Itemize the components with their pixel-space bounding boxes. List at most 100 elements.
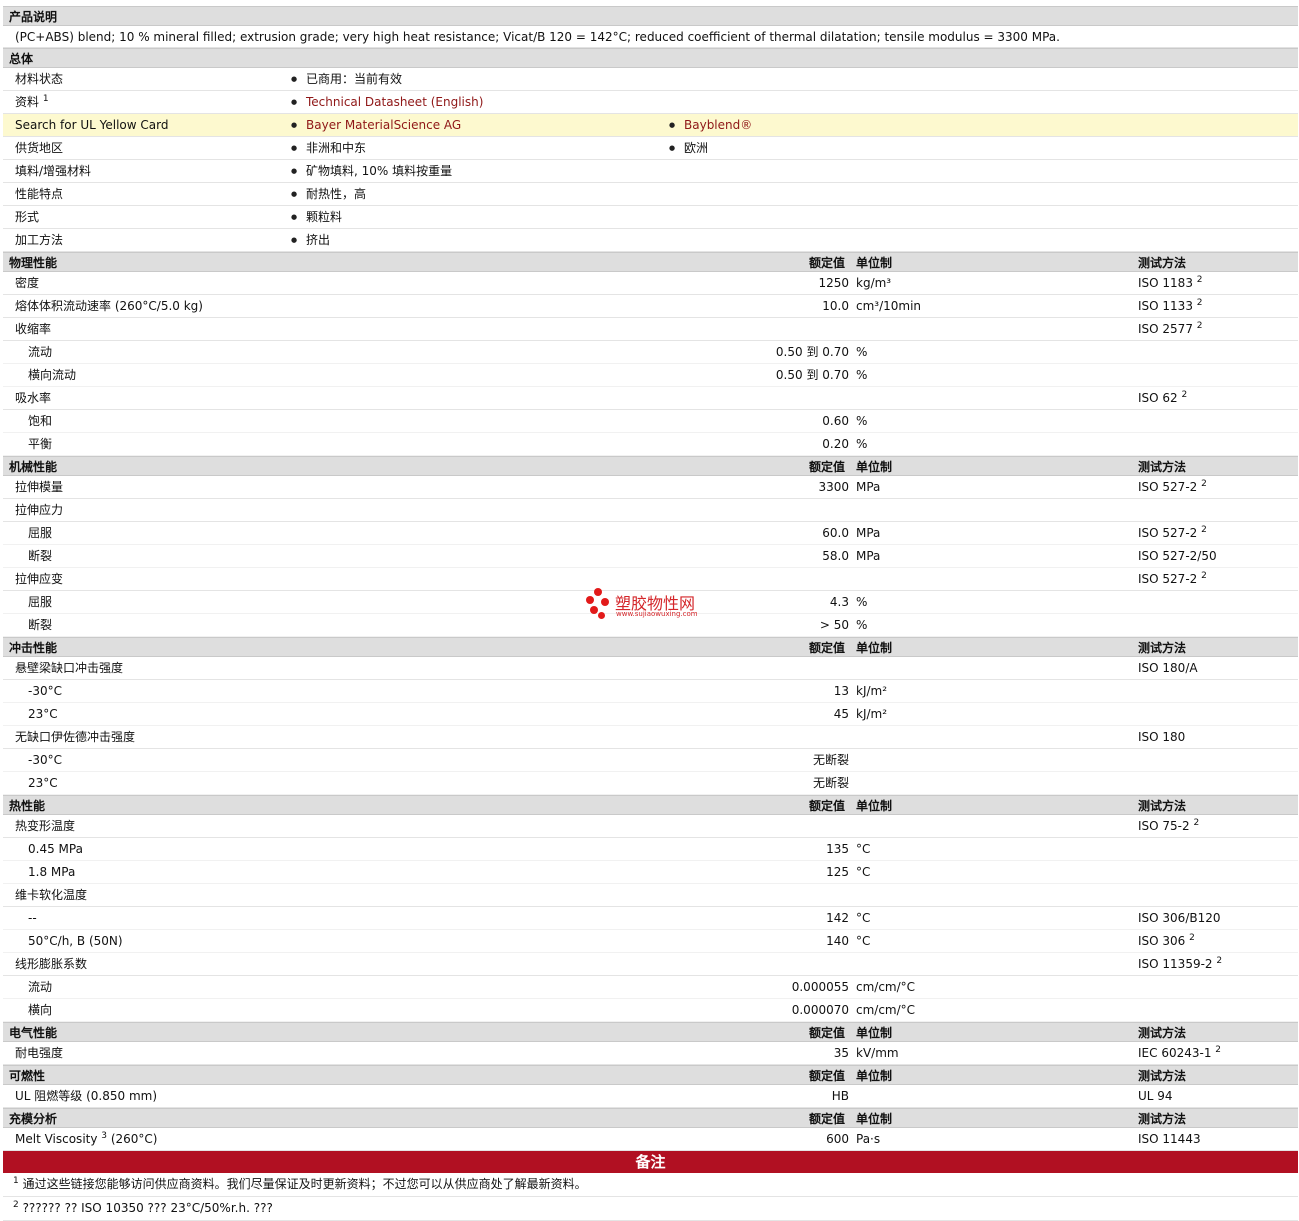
property-label-text: 断裂 bbox=[28, 549, 53, 563]
property-label-text: 拉伸应力 bbox=[15, 503, 64, 517]
property-unit: % bbox=[856, 437, 868, 451]
property-row: 1.8 MPa 125 °C bbox=[3, 861, 1298, 884]
property-value: 0.50 到 0.70 bbox=[775, 368, 849, 382]
link-item[interactable]: Technical Datasheet (English) bbox=[291, 91, 483, 114]
col-header-method: 测试方法 bbox=[1138, 460, 1187, 474]
property-value: HB bbox=[831, 1089, 849, 1103]
col-header-method: 测试方法 bbox=[1138, 799, 1187, 813]
link-item[interactable]: Bayblend® bbox=[669, 114, 752, 137]
property-unit: cm/cm/°C bbox=[856, 980, 916, 994]
property-row: 吸水率 ISO 62 2 bbox=[3, 387, 1298, 410]
property-row: 平衡 0.20% bbox=[3, 433, 1298, 456]
property-unit: kV/mm bbox=[856, 1046, 899, 1060]
note-row: 1 通过这些链接您能够访问供应商资料。我们尽量保证及时更新资料；不过您可以从供应… bbox=[3, 1173, 1298, 1197]
test-method-text: ISO 75-2 bbox=[1138, 819, 1190, 833]
test-method-text: ISO 2577 bbox=[1138, 322, 1193, 336]
general-row: Search for UL Yellow Card Bayer MaterialS… bbox=[3, 114, 1298, 137]
col-header-unit: 单位制 bbox=[856, 641, 893, 655]
property-row: 维卡软化温度 bbox=[3, 884, 1298, 907]
footnote-ref: 2 bbox=[1196, 275, 1203, 285]
test-method-text: ISO 306 bbox=[1138, 934, 1186, 948]
property-unit: °C bbox=[856, 934, 871, 948]
property-sections: 物理性能 额定值 单位制 测试方法 密度 1250 kg/m³ ISO 1183 2 熔体体积流… bbox=[3, 252, 1298, 1151]
property-row: 密度 1250 kg/m³ ISO 1183 2 bbox=[3, 272, 1298, 295]
link-item[interactable]: Bayer MaterialScience AG bbox=[291, 114, 461, 137]
property-row: 收缩率 ISO 2577 2 bbox=[3, 318, 1298, 341]
property-row: UL 阻燃等级 (0.850 mm) HB UL 94 bbox=[3, 1085, 1298, 1108]
footnote-ref: 2 bbox=[1216, 956, 1223, 966]
property-value: 142 bbox=[826, 911, 849, 925]
row-label: Search for UL Yellow Card bbox=[15, 114, 168, 137]
property-label: -- bbox=[28, 907, 37, 930]
footnote-ref: 2 bbox=[1215, 1045, 1222, 1055]
col-header-unit: 单位制 bbox=[856, 799, 893, 813]
property-label: 耐电强度 bbox=[15, 1042, 63, 1065]
col-header-unit: 单位制 bbox=[856, 1026, 893, 1040]
property-unit: Pa·s bbox=[856, 1132, 881, 1146]
property-row: 23°C 45 kJ/m² bbox=[3, 703, 1298, 726]
col-header-unit: 单位制 bbox=[856, 1112, 893, 1126]
property-unit: °C bbox=[856, 911, 871, 925]
property-value: 13 bbox=[833, 684, 849, 698]
property-label-text: UL 阻燃等级 (0.850 mm) bbox=[15, 1089, 158, 1103]
property-row: 屈服 60.0 MPa ISO 527-2 2 bbox=[3, 522, 1298, 545]
property-label: 流动 bbox=[28, 976, 52, 999]
property-label: -30°C bbox=[28, 680, 62, 703]
test-method: ISO 75-2 2 bbox=[1138, 815, 1199, 838]
test-method: IEC 60243-1 2 bbox=[1138, 1042, 1221, 1065]
property-row: 流动 0.50 到 0.70% bbox=[3, 341, 1298, 364]
footnote-ref: 1 bbox=[42, 94, 49, 104]
section-title: 可燃性 bbox=[9, 1069, 46, 1083]
property-label-text: 吸水率 bbox=[15, 391, 52, 405]
property-unit: MPa bbox=[856, 480, 881, 494]
property-value: 0.60 bbox=[822, 414, 849, 428]
general-row: 资料 1 Technical Datasheet (English) bbox=[3, 91, 1298, 114]
property-label: 收缩率 bbox=[15, 318, 51, 341]
row-label: 资料 1 bbox=[15, 91, 49, 114]
test-method: ISO 527-2 2 bbox=[1138, 568, 1207, 591]
section-title: 机械性能 bbox=[9, 460, 58, 474]
property-row: -- 142 °C ISO 306/B120 bbox=[3, 907, 1298, 930]
col-header-unit: 单位制 bbox=[856, 1069, 893, 1083]
test-method-text: ISO 11443 bbox=[1138, 1132, 1201, 1146]
test-method-text: ISO 180 bbox=[1138, 730, 1186, 744]
test-method: ISO 527-2 2 bbox=[1138, 476, 1207, 499]
property-label: 平衡 bbox=[28, 433, 52, 456]
property-label-text: 断裂 bbox=[28, 618, 53, 632]
row-label-text: 供货地区 bbox=[15, 141, 64, 155]
property-label: 线形膨胀系数 bbox=[15, 953, 87, 976]
property-unit: % bbox=[856, 345, 868, 359]
property-row: 50°C/h, B (50N) 140 °C ISO 306 2 bbox=[3, 930, 1298, 953]
property-value: 0.50 到 0.70 bbox=[775, 345, 849, 359]
property-label: 热变形温度 bbox=[15, 815, 75, 838]
property-row: 悬壁梁缺口冲击强度 ISO 180/A bbox=[3, 657, 1298, 680]
list-item: 耐热性，高 bbox=[291, 183, 366, 206]
note-row: 2 ?????? ?? ISO 10350 ??? 23°C/50%r.h. ?… bbox=[3, 1197, 1298, 1221]
property-label-text: 拉伸模量 bbox=[15, 480, 64, 494]
list-item: 已商用：当前有效 bbox=[291, 68, 402, 91]
list-item: 非洲和中东 bbox=[291, 137, 366, 160]
test-method-text: UL 94 bbox=[1138, 1089, 1173, 1103]
property-label: 拉伸应力 bbox=[15, 499, 63, 522]
property-value: 4.3 bbox=[829, 595, 849, 609]
property-row: -30°C 无断裂 bbox=[3, 749, 1298, 772]
col-header-value: 额定值 bbox=[808, 1069, 845, 1083]
test-method-text: ISO 306/B120 bbox=[1138, 911, 1221, 925]
footnote-ref: 2 bbox=[1201, 479, 1207, 489]
property-row: 拉伸模量 3300 MPa ISO 527-2 2 bbox=[3, 476, 1298, 499]
property-unit: cm³/10min bbox=[856, 299, 922, 313]
list-item: 颗粒料 bbox=[291, 206, 342, 229]
general-list: 材料状态 已商用：当前有效资料 1 Technical Datasheet (Eng… bbox=[3, 68, 1298, 252]
property-row: 横向流动 0.50 到 0.70% bbox=[3, 364, 1298, 387]
property-value: 45 bbox=[833, 707, 849, 721]
property-label-text: 悬壁梁缺口冲击强度 bbox=[15, 661, 124, 675]
general-row: 形式 颗粒料 bbox=[3, 206, 1298, 229]
test-method-text: ISO 527-2/50 bbox=[1138, 549, 1217, 563]
list-item: 欧洲 bbox=[669, 137, 708, 160]
property-row: 饱和 0.60% bbox=[3, 410, 1298, 433]
general-row: 填料/增强材料 矿物填料, 10% 填料按重量 bbox=[3, 160, 1298, 183]
section-title: 物理性能 bbox=[9, 256, 58, 270]
property-row: 横向 0.000070 cm/cm/°C bbox=[3, 999, 1298, 1022]
property-row: 流动 0.000055 cm/cm/°C bbox=[3, 976, 1298, 999]
property-label: 悬壁梁缺口冲击强度 bbox=[15, 657, 123, 680]
